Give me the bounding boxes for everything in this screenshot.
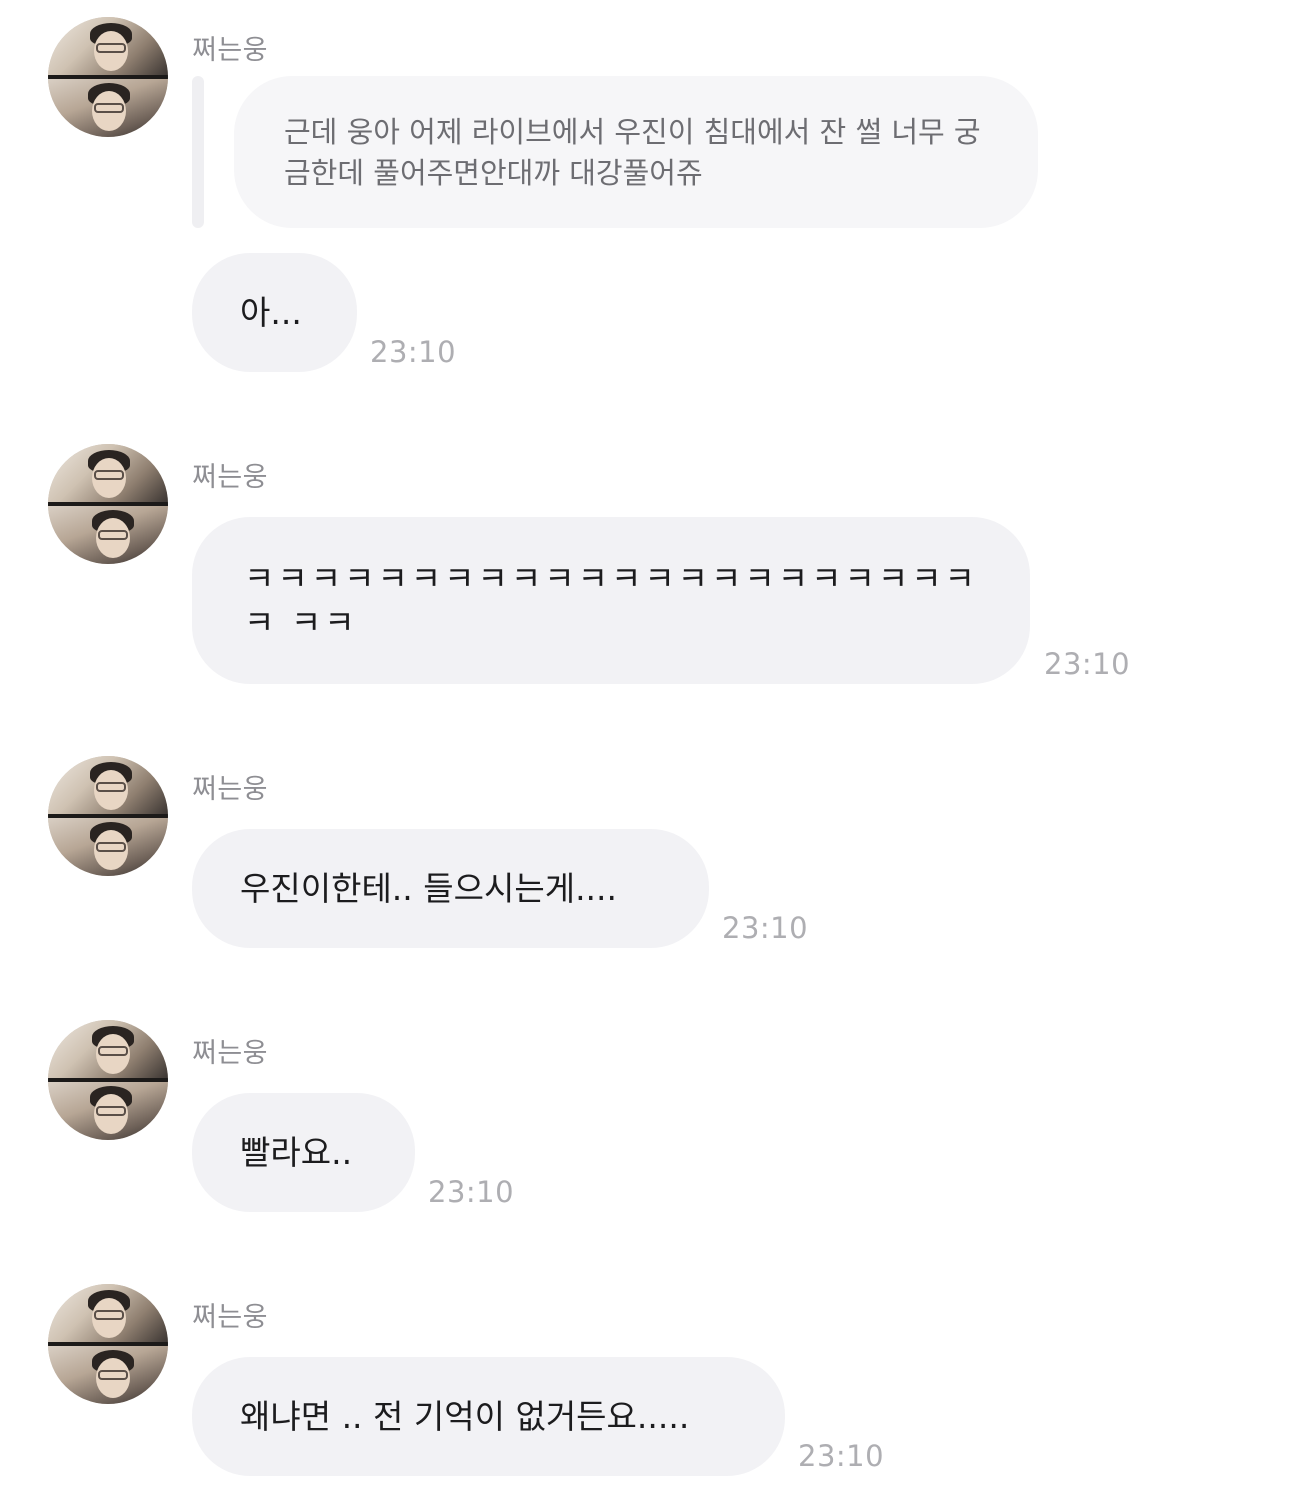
message-bubble[interactable]: 우진이한테.. 들으시는게....	[192, 829, 709, 948]
sender-avatar[interactable]	[48, 756, 168, 876]
message-bubble[interactable]: 왜냐면 .. 전 기억이 없거든요.....	[192, 1357, 785, 1476]
message-timestamp: 23:10	[1044, 647, 1131, 681]
message-text: ㅋㅋㅋㅋㅋㅋㅋㅋㅋㅋㅋㅋㅋㅋㅋㅋㅋㅋㅋㅋㅋㅋㅋ ㅋㅋ	[244, 559, 978, 642]
sender-avatar[interactable]	[48, 1284, 168, 1404]
sender-avatar[interactable]	[48, 17, 168, 137]
message-text: 아...	[240, 293, 302, 332]
sender-avatar[interactable]	[48, 444, 168, 564]
chat-thread: 쩌는웅 근데 웅아 어제 라이브에서 우진이 침대에서 잔 썰 너무 궁금한데 …	[0, 0, 1290, 1510]
message-timestamp: 23:10	[722, 911, 809, 945]
message-text: 왜냐면 .. 전 기억이 없거든요.....	[240, 1397, 690, 1436]
quoted-message-text: 근데 웅아 어제 라이브에서 우진이 침대에서 잔 썰 너무 궁금한데 풀어주면…	[284, 115, 981, 190]
message-timestamp: 23:10	[370, 335, 457, 369]
message-bubble[interactable]: 빨라요..	[192, 1093, 415, 1212]
sender-name: 쩌는웅	[192, 1038, 269, 1069]
sender-name: 쩌는웅	[192, 1302, 269, 1333]
sender-name: 쩌는웅	[192, 774, 269, 805]
quoted-message-bubble[interactable]: 근데 웅아 어제 라이브에서 우진이 침대에서 잔 썰 너무 궁금한데 풀어주면…	[234, 76, 1038, 228]
message-bubble[interactable]: ㅋㅋㅋㅋㅋㅋㅋㅋㅋㅋㅋㅋㅋㅋㅋㅋㅋㅋㅋㅋㅋㅋㅋ ㅋㅋ	[192, 517, 1030, 684]
message-bubble[interactable]: 아...	[192, 253, 357, 372]
quote-indicator-bar	[192, 76, 204, 228]
sender-name: 쩌는웅	[192, 462, 269, 493]
message-timestamp: 23:10	[428, 1175, 515, 1209]
message-timestamp: 23:10	[798, 1439, 885, 1473]
message-text: 빨라요..	[240, 1133, 353, 1172]
sender-name: 쩌는웅	[192, 35, 269, 66]
message-text: 우진이한테.. 들으시는게....	[240, 869, 618, 908]
sender-avatar[interactable]	[48, 1020, 168, 1140]
